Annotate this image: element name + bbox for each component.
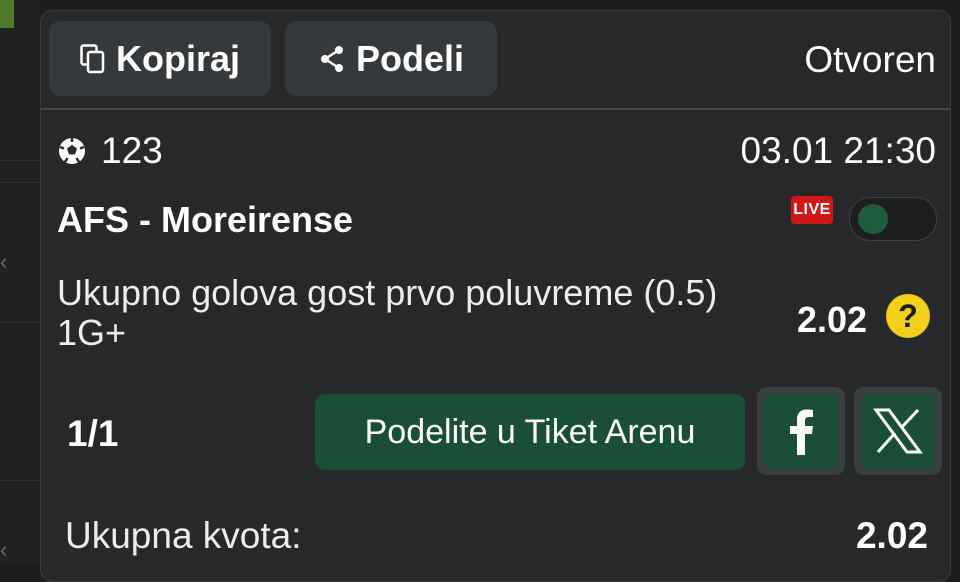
live-toggle[interactable]	[849, 197, 937, 241]
background-green-patch	[0, 0, 14, 28]
soccer-ball-icon	[57, 136, 87, 166]
background-left-strip	[0, 0, 40, 562]
x-share-button[interactable]	[854, 387, 942, 475]
share-icon	[318, 44, 346, 74]
background-divider	[0, 480, 40, 481]
match-title: AFS - Moreirense	[57, 199, 354, 240]
background-divider	[0, 322, 40, 323]
copy-label: Kopiraj	[115, 37, 240, 79]
event-id: 123	[57, 130, 163, 172]
selection-count: 1/1	[67, 413, 119, 454]
odd-value: 2.02	[797, 299, 868, 340]
market-description: Ukupno golova gost prvo poluvreme (0.5) …	[57, 272, 718, 353]
share-label: Podeli	[355, 37, 465, 79]
chevron-left-icon: ‹	[0, 537, 8, 562]
facebook-icon	[764, 394, 838, 468]
facebook-share-button[interactable]	[757, 387, 845, 475]
chevron-left-icon: ‹	[0, 249, 8, 274]
x-icon	[861, 394, 935, 468]
share-button[interactable]: Podeli	[285, 21, 497, 96]
toggle-knob	[858, 204, 888, 234]
copy-icon	[80, 43, 106, 74]
live-badge: LIVE	[791, 196, 833, 224]
help-icon[interactable]: ?	[886, 294, 930, 338]
event-id-value: 123	[101, 130, 163, 171]
share-to-arena-button[interactable]: Podelite u Tiket Arenu	[315, 394, 745, 470]
event-info-row: 123 03.01 21:30	[57, 129, 936, 173]
background-divider	[0, 160, 40, 161]
background-divider	[0, 182, 40, 183]
copy-button[interactable]: Kopiraj	[49, 21, 271, 96]
ticket-panel: Kopiraj Podeli Otvoren 123 03.01 21:30 A…	[40, 10, 951, 582]
ticket-status: Otvoren	[804, 39, 936, 80]
event-datetime: 03.01 21:30	[740, 130, 936, 171]
header-divider	[41, 108, 950, 110]
total-odds-value: 2.02	[855, 515, 928, 556]
total-odds-label: Ukupna kvota:	[65, 515, 302, 556]
